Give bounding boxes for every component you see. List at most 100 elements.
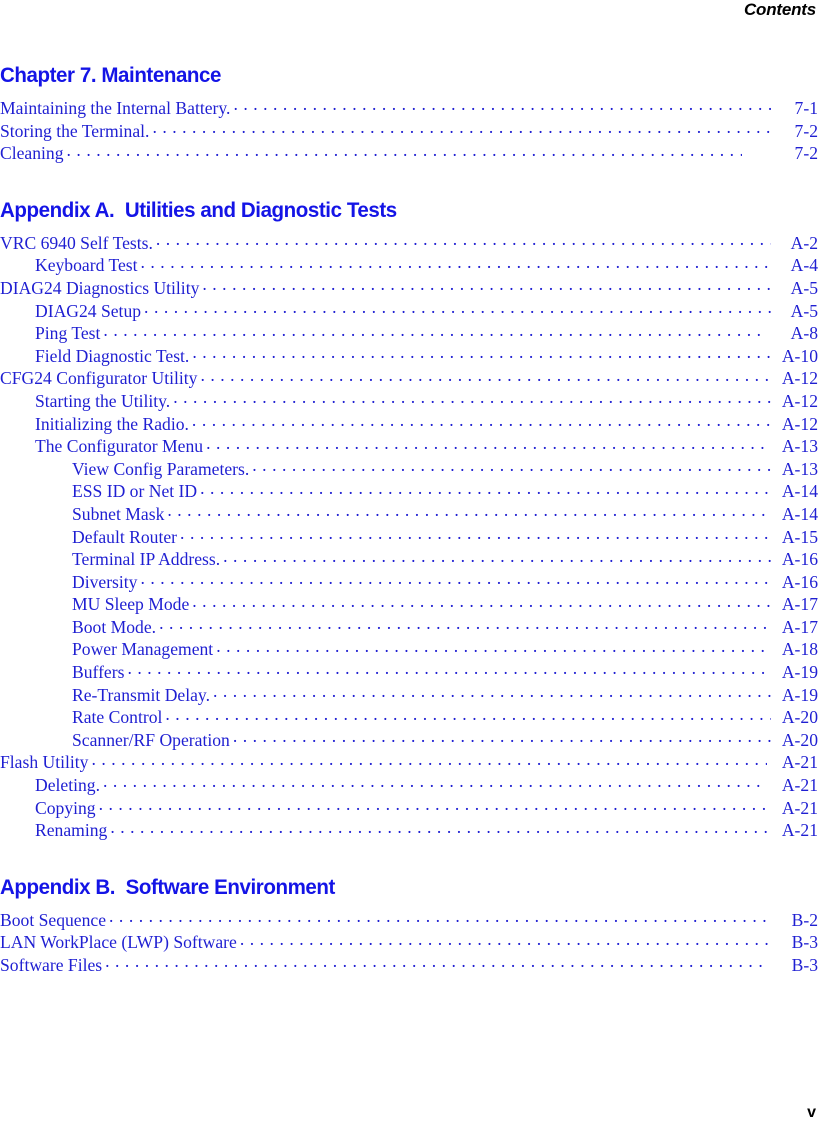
toc-entry[interactable]: Starting the Utility. A-12 (0, 389, 818, 413)
toc-entry-title: VRC 6940 Self Tests. (0, 232, 153, 253)
toc-dot-leader (110, 818, 771, 835)
toc-entry-title: Power Management (72, 639, 214, 660)
toc-entry[interactable]: View Config Parameters. A-13 (0, 457, 818, 481)
toc-entry[interactable]: Initializing the Radio. A-12 (0, 412, 818, 436)
toc-entry-title: Diversity (72, 571, 138, 592)
toc-dot-leader (202, 276, 771, 293)
toc-entry[interactable]: ESS ID or Net ID A-14 (0, 479, 818, 503)
toc-entry-title: Storing the Terminal. (0, 120, 150, 141)
toc-entry[interactable]: Field Diagnostic Test. A-10 (0, 344, 818, 368)
toc-dot-leader (233, 728, 771, 745)
toc-entry[interactable]: Boot Mode. A-17 (0, 615, 818, 639)
toc-dot-leader (223, 547, 771, 564)
toc-entry-title: Copying (35, 797, 96, 818)
toc-entry-title: View Config Parameters. (72, 458, 250, 479)
toc-entry-page-number: A-13 (781, 436, 818, 457)
toc-entry[interactable]: Scanner/RF Operation A-20 (0, 728, 818, 752)
toc-entry-page-number: A-21 (781, 752, 818, 773)
toc-entry-title: Starting the Utility. (35, 390, 171, 411)
toc-entry-page-number: A-5 (790, 300, 818, 321)
toc-dot-leader (180, 525, 771, 542)
toc-dot-leader (165, 705, 771, 722)
toc-entry-page-number: A-18 (781, 639, 818, 660)
toc-dot-leader (103, 773, 767, 790)
toc-entry-title: Scanner/RF Operation (72, 729, 230, 750)
toc-dot-leader (141, 253, 771, 270)
toc-entry[interactable]: DIAG24 Diagnostics Utility A-5 (0, 276, 818, 300)
toc-page: Contents Chapter 7. Maintenance Maintaini… (0, 0, 824, 1141)
toc-entry[interactable]: Ping Test A-8 (0, 321, 818, 345)
toc-entry[interactable]: Keyboard Test A-4 (0, 253, 818, 277)
toc-entry-page-number: A-13 (781, 458, 818, 479)
section-heading: Chapter 7. Maintenance (0, 63, 222, 87)
toc-entry-page-number: A-2 (790, 232, 818, 253)
toc-entry-title: Field Diagnostic Test. (35, 345, 190, 366)
toc-entry-page-number: A-19 (781, 684, 818, 705)
toc-entry-page-number: 7-2 (794, 120, 818, 141)
toc-entry-page-number: A-17 (781, 616, 818, 637)
toc-entry-page-number: 7-1 (794, 98, 818, 118)
toc-entry[interactable]: Power Management A-18 (0, 637, 818, 661)
toc-entry[interactable]: LAN WorkPlace (LWP) Software B-3 (0, 930, 818, 954)
toc-entry[interactable]: Re-Transmit Delay. A-19 (0, 683, 818, 707)
toc-dot-leader (200, 366, 771, 383)
toc-entry-title: Deleting. (35, 775, 100, 796)
toc-entry[interactable]: Default Router A-15 (0, 525, 818, 549)
toc-dot-leader (240, 930, 771, 947)
toc-entry[interactable]: Storing the Terminal. 7-2 (0, 119, 818, 143)
toc-entry[interactable]: Subnet Mask A-14 (0, 502, 818, 526)
toc-entry-page-number: A-8 (790, 323, 818, 344)
toc-entry-page-number: A-5 (790, 277, 818, 298)
toc-entry[interactable]: Flash Utility A-21 (0, 750, 818, 774)
toc-entry-page-number: B-2 (791, 909, 818, 930)
toc-dot-leader (140, 570, 771, 587)
toc-entry-title: Cleaning (0, 143, 64, 164)
toc-entry-page-number: A-19 (781, 662, 818, 683)
toc-entry-page-number: B-3 (791, 955, 818, 975)
toc-entry[interactable]: Rate Control A-20 (0, 705, 818, 729)
toc-entry-page-number: A-10 (781, 345, 818, 366)
toc-entry-title: Terminal IP Address. (72, 549, 221, 570)
toc-entry[interactable]: MU Sleep Mode A-17 (0, 592, 818, 616)
toc-entry[interactable]: Deleting. A-21 (0, 773, 818, 797)
toc-entry[interactable]: DIAG24 Setup A-5 (0, 299, 818, 323)
toc-entry-page-number: A-15 (781, 526, 818, 547)
toc-entry-page-number: A-16 (781, 549, 818, 570)
toc-entry[interactable]: Diversity A-16 (0, 570, 818, 594)
toc-dot-leader (103, 321, 767, 338)
toc-entry-title: Re-Transmit Delay. (72, 684, 210, 705)
toc-entry-title: Default Router (72, 526, 178, 547)
toc-entry[interactable]: VRC 6940 Self Tests. A-2 (0, 231, 818, 255)
toc-dot-leader (91, 750, 767, 767)
toc-entry[interactable]: Renaming A-21 (0, 818, 818, 842)
toc-entry-page-number: 7-2 (794, 143, 818, 164)
toc-dot-leader (127, 660, 771, 677)
toc-dot-leader (67, 141, 742, 158)
toc-entry-page-number: A-12 (781, 413, 818, 434)
toc-entry[interactable]: Boot Sequence B-2 (0, 908, 818, 932)
running-header: Contents (743, 0, 816, 19)
toc-dot-leader (159, 615, 771, 632)
toc-entry-title: Subnet Mask (72, 503, 165, 524)
toc-dot-leader (216, 637, 771, 654)
toc-entry-title: ESS ID or Net ID (72, 481, 198, 502)
toc-entry[interactable]: Software Files B-3 (0, 953, 818, 977)
toc-dot-leader (192, 344, 771, 361)
toc-entry-title: Maintaining the Internal Battery. (0, 98, 231, 118)
toc-dot-leader (252, 457, 771, 474)
toc-entry[interactable]: Terminal IP Address. A-16 (0, 547, 818, 571)
toc-entry[interactable]: CFG24 Configurator Utility A-12 (0, 366, 818, 390)
toc-entry-page-number: A-14 (781, 503, 818, 524)
toc-entry[interactable]: Cleaning 7-2 (0, 141, 818, 165)
toc-entry[interactable]: Maintaining the Internal Battery. 7-1 (0, 96, 818, 120)
toc-entry[interactable]: Buffers A-19 (0, 660, 818, 684)
toc-entry-title: Boot Mode. (72, 616, 157, 637)
toc-entry[interactable]: The Configurator Menu A-13 (0, 434, 818, 458)
toc-entry[interactable]: Copying A-21 (0, 796, 818, 820)
toc-entry-title: Initializing the Radio. (35, 413, 189, 434)
toc-entry-title: Keyboard Test (35, 255, 138, 276)
toc-dot-leader (152, 119, 771, 136)
toc-entry-title: CFG24 Configurator Utility (0, 368, 198, 389)
